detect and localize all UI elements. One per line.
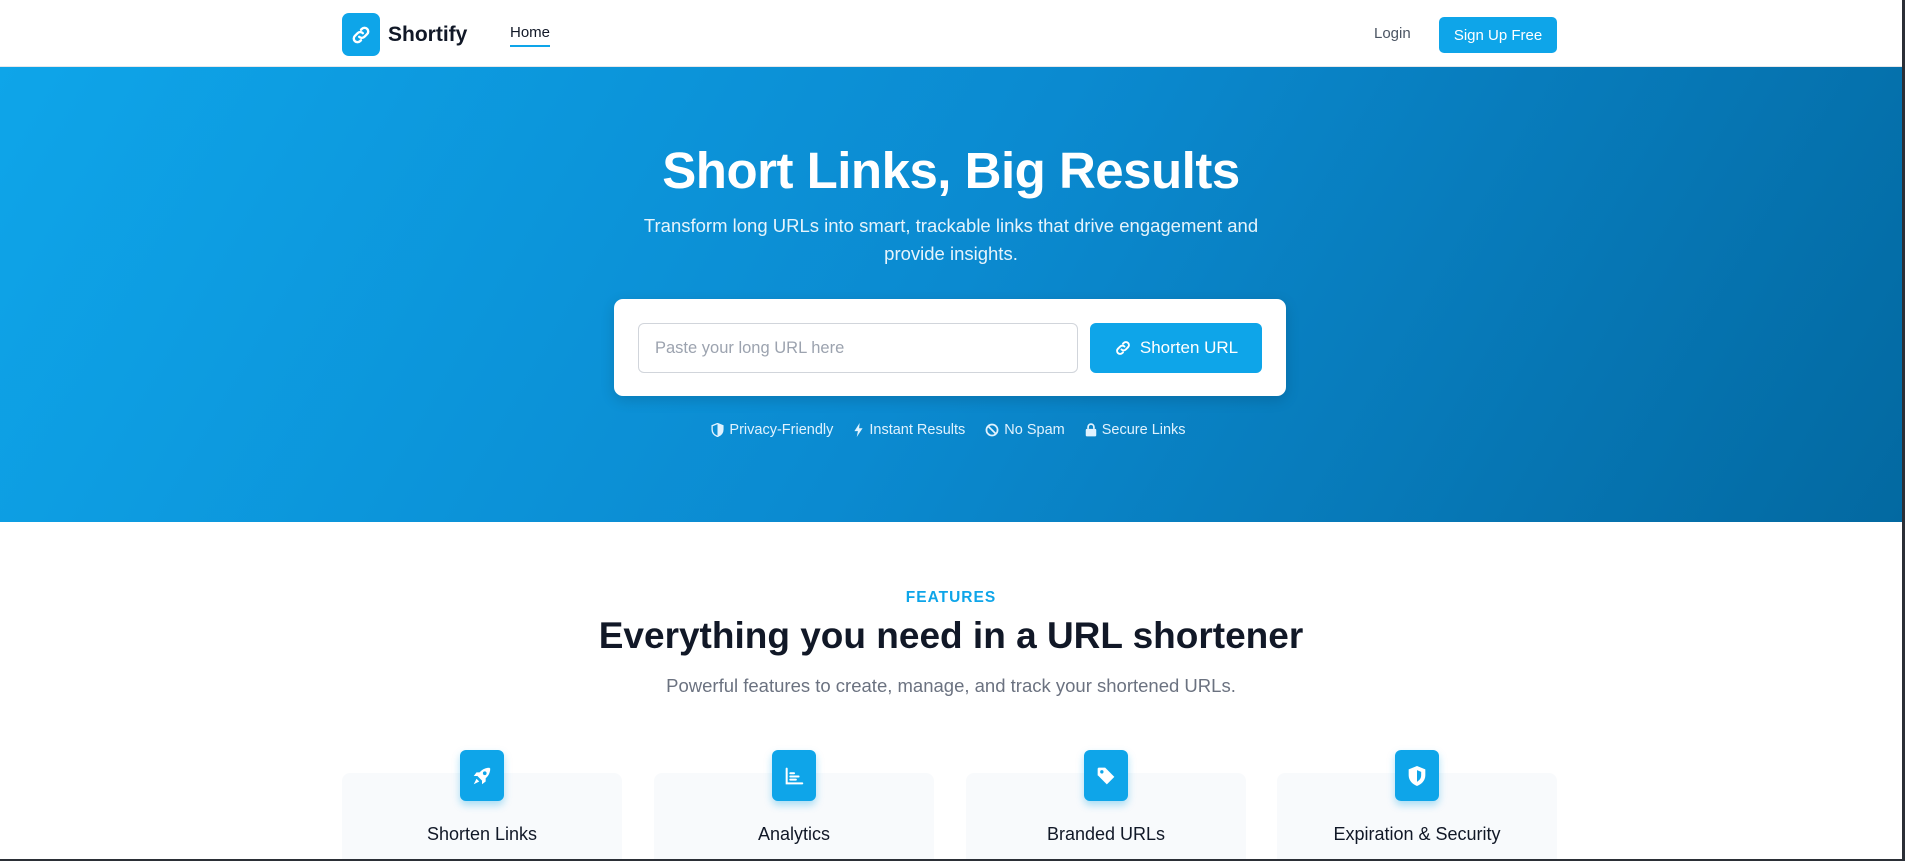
shield-half-icon [711,423,724,437]
shorten-url-button[interactable]: Shorten URL [1090,323,1262,373]
features-subtitle: Powerful features to create, manage, and… [666,675,1236,696]
shield-icon [1395,750,1439,801]
login-link[interactable]: Login [1374,25,1411,42]
shorten-form: Paste your long URL here Shorten URL [614,299,1286,396]
bolt-icon [853,423,864,437]
rocket-icon [460,750,504,801]
feature-label: Analytics [757,824,831,844]
features-title: Everything you need in a URL shortener [598,615,1304,656]
shorten-url-label: Shorten URL [1139,338,1239,357]
brand-logo[interactable]: Shortify [342,13,467,56]
tag-icon [1084,750,1128,801]
brand-name: Shortify [388,22,468,46]
ban-icon [985,423,999,437]
feature-label: Shorten Links [426,824,538,844]
feature-label: Expiration & Security [1333,824,1501,844]
badge-secure: Secure Links [1085,422,1186,438]
url-input[interactable]: Paste your long URL here [638,323,1078,373]
link-icon [1114,339,1132,357]
feature-label: Branded URLs [1046,824,1166,844]
site-header: Shortify Home Login Sign Up Free [0,0,1902,67]
badge-no-spam: No Spam [985,422,1065,438]
nav-home-link[interactable]: Home [510,24,551,47]
hero-title: Short Links, Big Results [662,142,1240,199]
trust-badges: Privacy-Friendly Instant Results No Spam… [0,422,1902,438]
badge-label: Privacy-Friendly [729,422,834,438]
hero-section: Short Links, Big Results Transform long … [0,67,1902,522]
badge-label: Instant Results [869,422,966,438]
lock-icon [1085,423,1097,437]
browser-viewport: Shortify Home Login Sign Up Free Short L… [0,0,1902,859]
link-icon [342,13,380,56]
sign-up-button[interactable]: Sign Up Free [1439,17,1557,53]
badge-label: No Spam [1004,422,1065,438]
hero-subtitle: Transform long URLs into smart, trackabl… [643,215,1259,264]
badge-privacy: Privacy-Friendly [711,422,833,438]
url-input-placeholder: Paste your long URL here [655,338,845,357]
badge-label: Secure Links [1101,422,1186,438]
badge-instant: Instant Results [853,422,965,438]
features-eyebrow: FEATURES [905,589,997,606]
chart-icon [772,750,816,801]
